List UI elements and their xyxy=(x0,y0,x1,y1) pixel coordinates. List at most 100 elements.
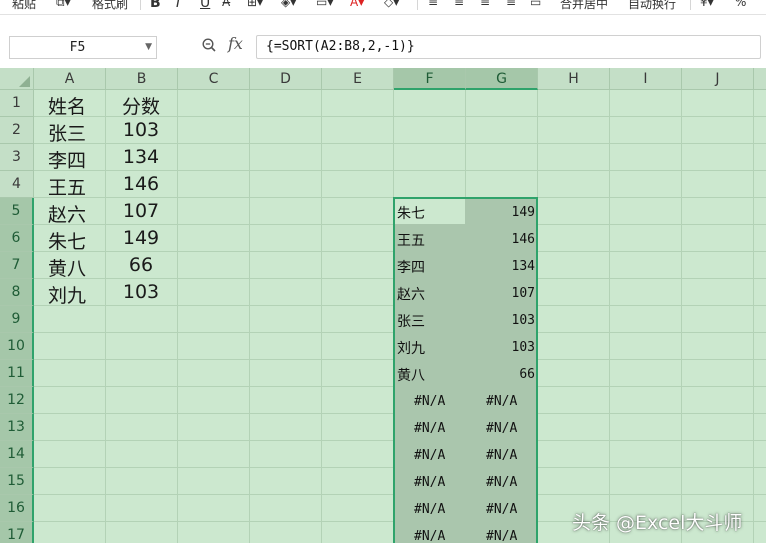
bold-button[interactable]: B xyxy=(150,0,161,11)
row-header-8[interactable]: 8 xyxy=(0,279,34,306)
cell-f16[interactable]: #N/A xyxy=(414,502,445,517)
column-header-i[interactable]: I xyxy=(610,68,682,90)
cell-g6[interactable]: 146 xyxy=(465,232,535,247)
row-header-9[interactable]: 9 xyxy=(0,306,34,333)
row-header-12[interactable]: 12 xyxy=(0,387,34,414)
cell-g9[interactable]: 103 xyxy=(465,313,535,328)
cell-b2[interactable]: 103 xyxy=(105,119,177,141)
column-header-e[interactable]: E xyxy=(322,68,394,90)
cell-b1[interactable]: 分数 xyxy=(105,92,177,119)
cell-f6[interactable]: 王五 xyxy=(397,230,425,250)
cell-g7[interactable]: 134 xyxy=(465,259,535,274)
percent-button[interactable]: % xyxy=(735,0,746,9)
cell-a2[interactable]: 张三 xyxy=(48,119,86,146)
paste-button[interactable]: 粘贴 xyxy=(12,0,36,12)
column-header-k[interactable] xyxy=(754,68,766,90)
column-header-h[interactable]: H xyxy=(538,68,610,90)
row-header-14[interactable]: 14 xyxy=(0,441,34,468)
row-header-16[interactable]: 16 xyxy=(0,495,34,522)
cell-f13[interactable]: #N/A xyxy=(414,421,445,436)
cell-a6[interactable]: 朱七 xyxy=(48,227,86,254)
align-right-icon[interactable]: ≡ xyxy=(480,0,490,9)
cell-a7[interactable]: 黄八 xyxy=(48,254,86,281)
column-header-b[interactable]: B xyxy=(106,68,178,90)
cell-g17[interactable]: #N/A xyxy=(486,529,517,543)
strikethrough-icon[interactable]: A̶ xyxy=(222,0,230,9)
cell-b3[interactable]: 134 xyxy=(105,146,177,168)
column-header-j[interactable]: J xyxy=(682,68,754,90)
cell-f10[interactable]: 刘九 xyxy=(397,338,425,358)
cell-a5[interactable]: 赵六 xyxy=(48,200,86,227)
cell-b7[interactable]: 66 xyxy=(105,254,177,276)
column-header-f[interactable]: F xyxy=(394,68,466,90)
cell-reference: F5 xyxy=(69,40,86,55)
cell-f9[interactable]: 张三 xyxy=(397,311,425,331)
gridline xyxy=(34,170,766,171)
clear-format-icon[interactable]: ◇▾ xyxy=(384,0,399,9)
row-header-15[interactable]: 15 xyxy=(0,468,34,495)
cell-a3[interactable]: 李四 xyxy=(48,146,86,173)
border-icon[interactable]: ⊞▾ xyxy=(247,0,263,9)
cell-a1[interactable]: 姓名 xyxy=(48,92,86,119)
justify-icon[interactable]: ≡ xyxy=(506,0,516,9)
cell-g14[interactable]: #N/A xyxy=(486,448,517,463)
distributed-icon[interactable]: ▭ xyxy=(530,0,541,9)
column-header-g[interactable]: G xyxy=(466,68,538,90)
copy-icon[interactable]: ⧉▾ xyxy=(56,0,71,10)
spreadsheet-grid[interactable]: A B C D E F G H I J 1 2 3 4 5 6 7 8 9 10… xyxy=(0,68,766,543)
cell-f15[interactable]: #N/A xyxy=(414,475,445,490)
cell-g12[interactable]: #N/A xyxy=(486,394,517,409)
name-box[interactable]: F5 ▼ xyxy=(9,36,157,59)
underline-button[interactable]: U xyxy=(200,0,210,11)
cell-f11[interactable]: 黄八 xyxy=(397,365,425,385)
cell-g16[interactable]: #N/A xyxy=(486,502,517,517)
row-header-5[interactable]: 5 xyxy=(0,198,34,225)
cell-g8[interactable]: 107 xyxy=(465,286,535,301)
cell-g5[interactable]: 149 xyxy=(465,205,535,220)
number-format-icon[interactable]: ¥▾ xyxy=(700,0,714,9)
row-header-3[interactable]: 3 xyxy=(0,144,34,171)
column-header-a[interactable]: A xyxy=(34,68,106,90)
row-header-13[interactable]: 13 xyxy=(0,414,34,441)
column-header-c[interactable]: C xyxy=(178,68,250,90)
cell-g10[interactable]: 103 xyxy=(465,340,535,355)
chevron-down-icon[interactable]: ▼ xyxy=(145,37,152,58)
cell-f12[interactable]: #N/A xyxy=(414,394,445,409)
cell-f7[interactable]: 李四 xyxy=(397,257,425,277)
column-header-d[interactable]: D xyxy=(250,68,322,90)
cell-g15[interactable]: #N/A xyxy=(486,475,517,490)
cell-f8[interactable]: 赵六 xyxy=(397,284,425,304)
row-header-4[interactable]: 4 xyxy=(0,171,34,198)
cell-g13[interactable]: #N/A xyxy=(486,421,517,436)
align-center-icon[interactable]: ≡ xyxy=(454,0,464,9)
merge-center-button[interactable]: 合并居中 xyxy=(560,0,608,12)
align-left-icon[interactable]: ≡ xyxy=(428,0,438,9)
cell-b4[interactable]: 146 xyxy=(105,173,177,195)
cell-f5[interactable]: 朱七 xyxy=(397,203,425,223)
row-header-7[interactable]: 7 xyxy=(0,252,34,279)
fill-color-icon[interactable]: ◈▾ xyxy=(281,0,296,9)
cell-b6[interactable]: 149 xyxy=(105,227,177,249)
wrap-text-button[interactable]: 自动换行 xyxy=(628,0,676,12)
font-color-icon[interactable]: A▾ xyxy=(350,0,364,9)
cell-g11[interactable]: 66 xyxy=(465,367,535,382)
row-header-10[interactable]: 10 xyxy=(0,333,34,360)
row-header-2[interactable]: 2 xyxy=(0,117,34,144)
row-header-1[interactable]: 1 xyxy=(0,90,34,117)
cell-a4[interactable]: 王五 xyxy=(48,173,86,200)
cell-f14[interactable]: #N/A xyxy=(414,448,445,463)
cell-b5[interactable]: 107 xyxy=(105,200,177,222)
highlight-icon[interactable]: ▭▾ xyxy=(316,0,333,9)
zoom-icon[interactable] xyxy=(202,38,216,52)
formula-input[interactable]: {=SORT(A2:B8,2,-1)} xyxy=(256,35,761,59)
row-header-11[interactable]: 11 xyxy=(0,360,34,387)
row-header-17[interactable]: 17 xyxy=(0,522,34,543)
format-painter-button[interactable]: 格式刷 xyxy=(92,0,128,12)
cell-f17[interactable]: #N/A xyxy=(414,529,445,543)
italic-button[interactable]: I xyxy=(176,0,180,11)
row-header-6[interactable]: 6 xyxy=(0,225,34,252)
select-all-corner[interactable] xyxy=(0,68,34,90)
cell-a8[interactable]: 刘九 xyxy=(48,281,86,308)
cell-b8[interactable]: 103 xyxy=(105,281,177,303)
fx-icon[interactable]: fx xyxy=(228,34,243,53)
